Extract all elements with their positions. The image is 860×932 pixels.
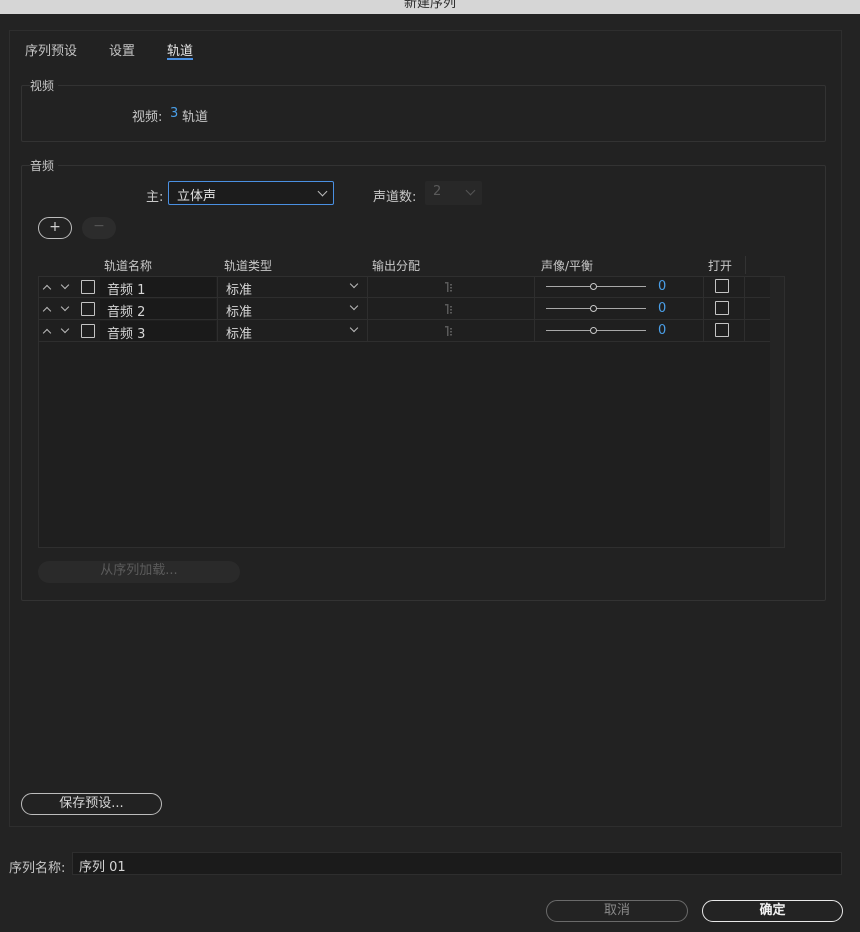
column-track-name: 轨道名称: [104, 259, 153, 273]
save-preset-button[interactable]: 保存预设...: [21, 793, 162, 815]
move-down-icon[interactable]: [60, 324, 70, 334]
move-down-icon[interactable]: [60, 280, 70, 290]
master-track-value: 立体声: [177, 189, 217, 204]
track-open-checkbox[interactable]: [715, 279, 729, 293]
chevron-down-icon: [465, 185, 476, 196]
track-type-value: 标准: [226, 327, 253, 342]
track-select-checkbox[interactable]: [81, 302, 95, 316]
ok-button[interactable]: 确定: [702, 900, 843, 922]
move-up-icon[interactable]: [42, 328, 52, 338]
pan-slider-knob[interactable]: [590, 327, 597, 334]
table-scrollbar[interactable]: [770, 277, 784, 547]
track-type-select[interactable]: 标准: [219, 321, 365, 342]
video-tracks-unit: 轨道: [182, 110, 209, 125]
channels-value: 2: [433, 184, 442, 199]
cell-divider: [534, 298, 535, 320]
cell-divider: [744, 276, 745, 298]
audio-group-title: 音频: [30, 157, 59, 174]
column-output-assign: 输出分配: [372, 259, 421, 273]
cell-divider: [534, 276, 535, 298]
output-routing-icon[interactable]: [444, 281, 458, 294]
active-tab-indicator: [167, 58, 193, 60]
chevron-down-icon: [349, 301, 359, 311]
track-select-checkbox[interactable]: [81, 324, 95, 338]
header-divider: [745, 256, 746, 274]
cell-divider: [217, 320, 218, 342]
cell-divider: [703, 298, 704, 320]
track-select-checkbox[interactable]: [81, 280, 95, 294]
track-type-value: 标准: [226, 305, 253, 320]
pan-value[interactable]: 0: [658, 301, 666, 316]
sequence-name-label: 序列名称:: [9, 861, 66, 876]
remove-track-button: −: [82, 217, 116, 239]
cell-divider: [744, 298, 745, 320]
channels-dropdown: 2: [425, 181, 482, 205]
output-routing-icon[interactable]: [444, 325, 458, 338]
move-up-icon[interactable]: [42, 284, 52, 294]
track-type-value: 标准: [226, 283, 253, 298]
tab-settings[interactable]: 设置: [109, 40, 135, 59]
pan-value[interactable]: 0: [658, 323, 666, 338]
minus-icon: −: [93, 218, 105, 234]
chevron-down-icon: [349, 323, 359, 333]
cell-divider: [534, 320, 535, 342]
column-track-type: 轨道类型: [224, 259, 273, 273]
pan-slider-knob[interactable]: [590, 283, 597, 290]
cell-divider: [217, 298, 218, 320]
channels-label: 声道数:: [373, 190, 417, 205]
video-tracks-count[interactable]: 3: [170, 106, 178, 121]
track-name-input[interactable]: 音频 2: [100, 299, 216, 320]
cell-divider: [217, 276, 218, 298]
table-row: 音频 2 标准 0: [39, 298, 770, 320]
cell-divider: [703, 276, 704, 298]
track-name-input[interactable]: 音频 1: [100, 277, 216, 298]
cell-divider: [367, 320, 368, 342]
tab-tracks[interactable]: 轨道: [167, 40, 193, 59]
master-track-dropdown[interactable]: 立体声: [168, 181, 334, 205]
window-titlebar: 新建序列: [0, 0, 860, 14]
plus-icon: +: [49, 219, 61, 235]
video-group-title: 视频: [30, 77, 59, 94]
track-open-checkbox[interactable]: [715, 301, 729, 315]
move-down-icon[interactable]: [60, 302, 70, 312]
column-pan-balance: 声像/平衡: [541, 259, 594, 273]
sequence-name-input[interactable]: 序列 01: [72, 852, 842, 875]
cell-divider: [367, 276, 368, 298]
cell-divider: [703, 320, 704, 342]
pan-slider-knob[interactable]: [590, 305, 597, 312]
table-row: 音频 3 标准 0: [39, 320, 770, 342]
table-row: 音频 1 标准 0: [39, 276, 770, 298]
track-type-select[interactable]: 标准: [219, 277, 365, 298]
cell-divider: [744, 320, 745, 342]
load-from-sequence-button: 从序列加载...: [38, 561, 240, 583]
chevron-down-icon: [349, 279, 359, 289]
tab-sequence-presets[interactable]: 序列预设: [25, 40, 77, 59]
move-up-icon[interactable]: [42, 306, 52, 316]
add-track-button[interactable]: +: [38, 217, 72, 239]
video-tracks-label: 视频:: [132, 110, 163, 125]
track-open-checkbox[interactable]: [715, 323, 729, 337]
output-routing-icon[interactable]: [444, 303, 458, 316]
master-label: 主:: [146, 190, 164, 205]
cell-divider: [367, 298, 368, 320]
column-open: 打开: [708, 259, 733, 273]
window-title: 新建序列: [403, 0, 456, 11]
cancel-button[interactable]: 取消: [546, 900, 688, 922]
track-type-select[interactable]: 标准: [219, 299, 365, 320]
track-name-input[interactable]: 音频 3: [100, 321, 216, 342]
pan-value[interactable]: 0: [658, 279, 666, 294]
chevron-down-icon: [317, 186, 328, 197]
